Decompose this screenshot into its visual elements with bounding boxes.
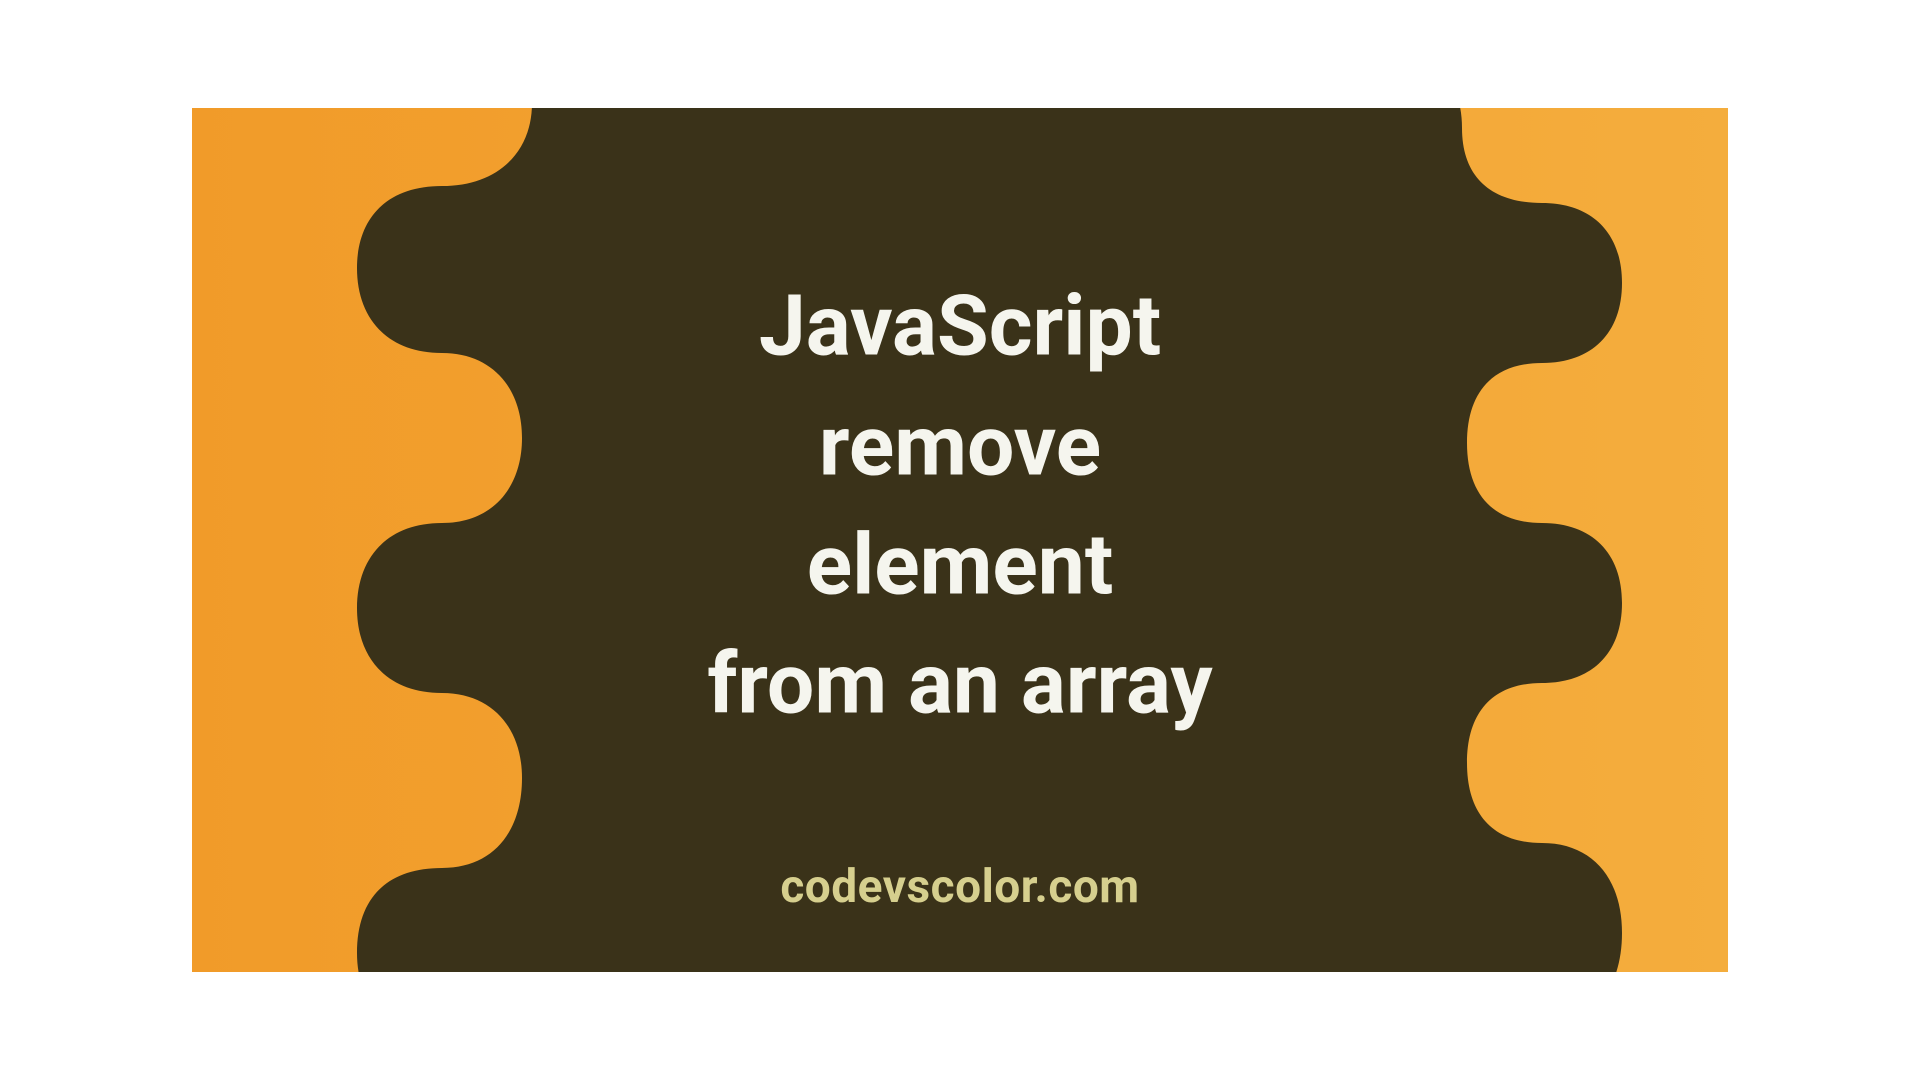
site-credit: codevscolor.com bbox=[780, 860, 1139, 914]
banner: JavaScript remove element from an array … bbox=[192, 108, 1728, 972]
banner-title: JavaScript remove element from an array bbox=[707, 267, 1212, 744]
